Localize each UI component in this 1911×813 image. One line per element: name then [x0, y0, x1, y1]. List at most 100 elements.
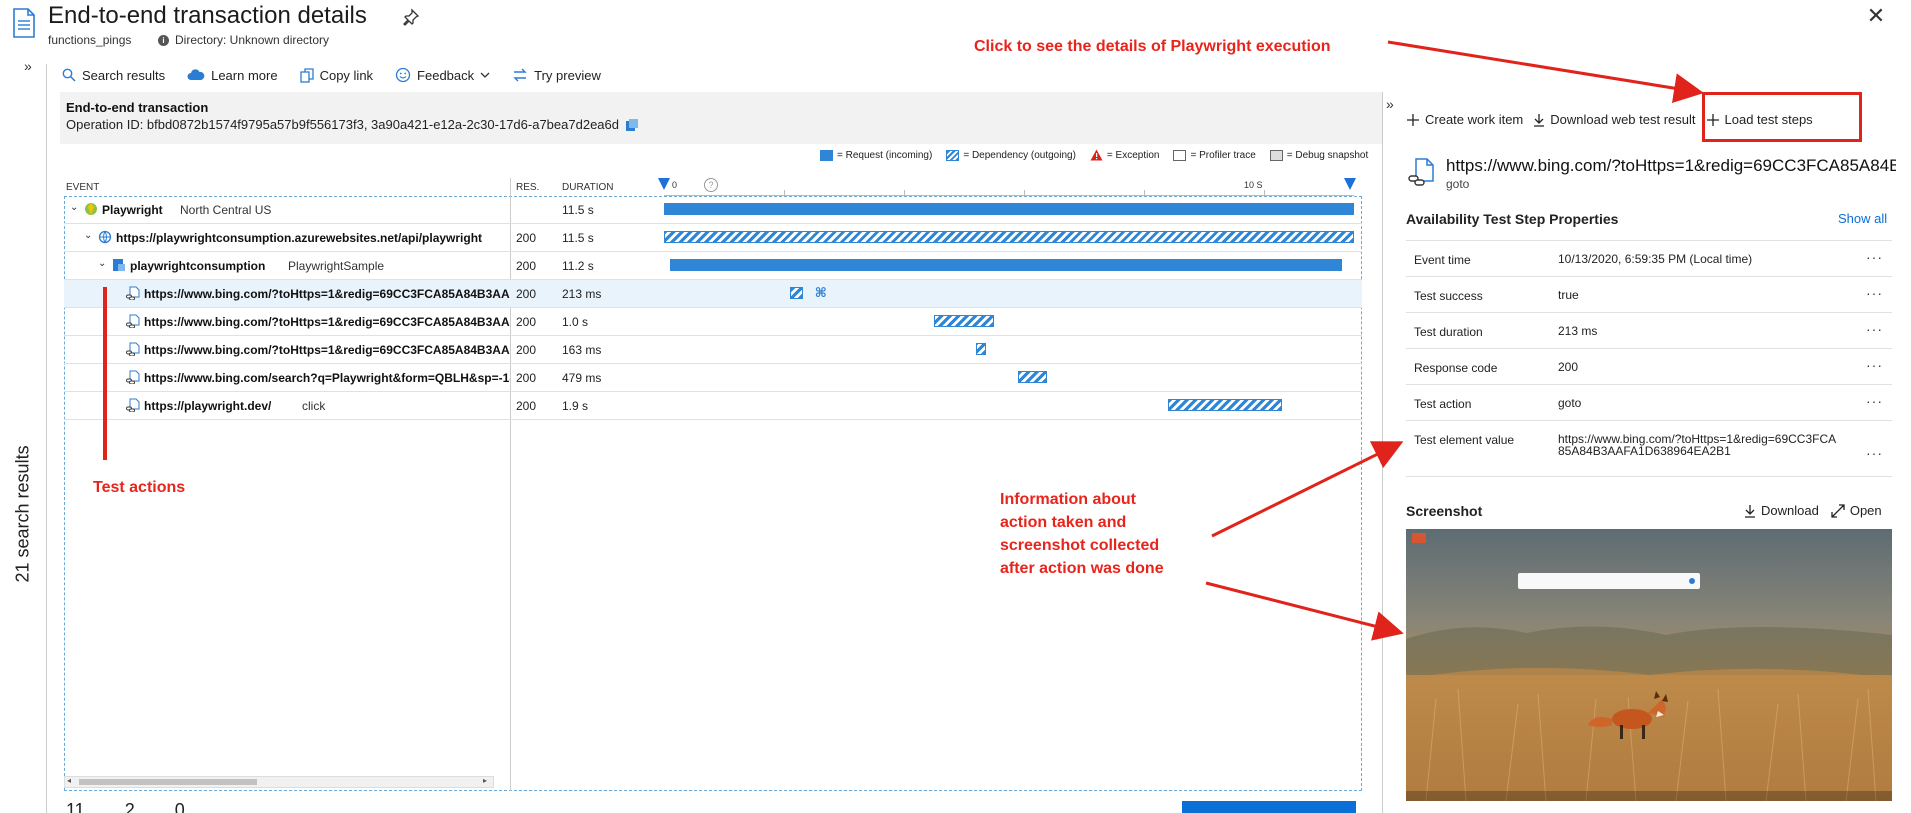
table-row[interactable]: https://www.bing.com/?toHttps=1&redig=69…: [64, 280, 1362, 307]
timeline-legend: = Request (incoming) = Dependency (outgo…: [820, 149, 1368, 161]
more-options-icon[interactable]: ···: [1866, 393, 1883, 409]
download-web-test-button[interactable]: Download web test result: [1533, 112, 1696, 127]
show-all-link[interactable]: Show all: [1838, 211, 1887, 226]
document-icon: [13, 8, 35, 38]
axis-start-label: 0: [672, 180, 678, 190]
timeline-bar[interactable]: [976, 343, 986, 355]
legend-debug-label: = Debug snapshot: [1286, 149, 1369, 161]
pin-icon[interactable]: [402, 8, 420, 26]
smiley-icon: [395, 67, 411, 83]
table-row[interactable]: https://www.bing.com/?toHttps=1&redig=69…: [64, 308, 1362, 335]
timeline-bar[interactable]: [790, 287, 803, 299]
table-row[interactable]: ⌄ playwrightconsumption PlaywrightSample 20…: [64, 252, 1362, 279]
dependency-swatch: [946, 149, 960, 161]
legend-dependency-label: = Dependency (outgoing): [963, 149, 1076, 161]
action-screenshot-image[interactable]: [1406, 529, 1892, 801]
summary-counts: 11 2 0: [66, 800, 185, 813]
search-results-button[interactable]: Search results: [62, 68, 165, 83]
close-button[interactable]: ✕: [1866, 5, 1886, 27]
search-results-count: 21 search results: [12, 445, 33, 583]
annotation-load-steps: Click to see the details of Playwright e…: [974, 38, 1331, 55]
property-row: Event time 10/13/2020, 6:59:35 PM (Local …: [1406, 240, 1892, 276]
row-event-detail: click: [302, 399, 326, 413]
table-row[interactable]: https://www.bing.com/search?q=Playwright…: [64, 364, 1362, 391]
more-options-icon[interactable]: ···: [1866, 445, 1883, 461]
annotation-info: Information about action taken and scree…: [1000, 491, 1164, 577]
column-duration[interactable]: DURATION: [562, 182, 613, 193]
copy-link-button[interactable]: Copy link: [299, 68, 373, 83]
search-icon: [62, 68, 76, 82]
annotation-highlight-box: [1702, 92, 1862, 142]
legend-debug: = Debug snapshot: [1269, 149, 1369, 161]
row-event-name: https://playwrightconsumption.azurewebsi…: [116, 231, 483, 245]
timeline-bar[interactable]: [664, 203, 1354, 215]
search-results-toggle[interactable]: 21 search results: [13, 445, 34, 591]
screenshot-open-button[interactable]: Open: [1831, 503, 1882, 518]
more-options-icon[interactable]: ···: [1866, 321, 1883, 337]
page-title: End-to-end transaction details: [48, 2, 367, 29]
operation-title: End-to-end transaction: [66, 100, 209, 115]
axis-10s-label: 10 S: [1244, 180, 1263, 190]
rail-divider: [46, 64, 47, 813]
row-divider: [64, 419, 1362, 420]
timeline-bar[interactable]: [1168, 399, 1282, 411]
cloud-icon: [187, 69, 205, 80]
create-work-item-button[interactable]: Create work item: [1406, 112, 1523, 127]
axis-start-marker[interactable]: [658, 178, 670, 190]
timeline-bar[interactable]: [664, 231, 1354, 243]
row-event-name: playwrightconsumption: [130, 259, 266, 273]
search-results-rail[interactable]: 21 search results: [0, 70, 36, 813]
row-event-name: https://www.bing.com/?toHttps=1&redig=69…: [144, 287, 510, 301]
scroll-right-icon[interactable]: ▸: [483, 776, 487, 785]
screenshot-download-button[interactable]: Download: [1744, 503, 1819, 518]
feedback-button[interactable]: Feedback: [395, 67, 490, 83]
plus-icon: [1407, 113, 1419, 126]
selected-dependency-url: https://www.bing.com/?toHttps=1&redig=69…: [1446, 156, 1896, 175]
count-3: 0: [174, 800, 185, 813]
row-duration: 11.5 s: [562, 203, 594, 217]
expand-details-icon[interactable]: »: [1386, 96, 1394, 112]
primary-button-partial[interactable]: [1182, 801, 1356, 813]
table-row[interactable]: https://playwright.dev/click 200 1.9 s: [64, 392, 1362, 419]
legend-dependency: = Dependency (outgoing): [946, 149, 1076, 161]
table-row[interactable]: ⌄ https://playwrightconsumption.azurewebs…: [64, 224, 1362, 251]
snapshot-marker-icon[interactable]: ⌘: [815, 285, 827, 301]
scrollbar-thumb[interactable]: [79, 779, 257, 785]
timeline-bar[interactable]: [1018, 371, 1047, 383]
screenshot-title: Screenshot: [1406, 503, 1483, 519]
dependency-icon: [126, 342, 140, 356]
horizontal-scrollbar[interactable]: ◂ ▸: [64, 776, 494, 788]
dependency-document-icon: [1408, 158, 1434, 186]
properties-title: Availability Test Step Properties: [1406, 211, 1619, 227]
availability-test-icon: [85, 203, 97, 215]
create-work-item-label: Create work item: [1425, 112, 1524, 127]
try-preview-button[interactable]: Try preview: [512, 68, 601, 83]
more-options-icon[interactable]: ···: [1866, 285, 1883, 301]
collapse-chevron-icon[interactable]: ⌄: [98, 259, 108, 269]
exception-icon: [1090, 149, 1103, 161]
column-res[interactable]: RES.: [516, 182, 539, 193]
collapse-chevron-icon[interactable]: ⌄: [84, 231, 94, 241]
swap-icon: [513, 68, 527, 82]
more-options-icon[interactable]: ···: [1866, 357, 1883, 373]
property-value: 200: [1558, 360, 1579, 374]
learn-more-label: Learn more: [211, 67, 278, 83]
table-row[interactable]: https://www.bing.com/?toHttps=1&redig=69…: [64, 336, 1362, 363]
timeline-bar[interactable]: [670, 259, 1342, 271]
learn-more-button[interactable]: Learn more: [187, 67, 278, 83]
legend-request: = Request (incoming): [820, 149, 932, 161]
row-event-name: https://www.bing.com/?toHttps=1&redig=69…: [144, 343, 510, 357]
copy-id-icon[interactable]: [625, 118, 639, 132]
timeline-bar[interactable]: [934, 315, 994, 327]
more-options-icon[interactable]: ···: [1866, 249, 1883, 265]
legend-exception: = Exception: [1090, 149, 1159, 161]
operation-id: Operation ID: bfbd0872b1574f9795a57b9f55…: [66, 117, 619, 132]
collapse-chevron-icon[interactable]: ⌄: [70, 203, 80, 213]
property-value: true: [1558, 288, 1579, 302]
column-event[interactable]: EVENT: [66, 182, 99, 193]
screenshot-open-label: Open: [1849, 503, 1882, 518]
scroll-left-icon[interactable]: ◂: [67, 776, 71, 785]
axis-end-marker[interactable]: [1344, 178, 1356, 190]
table-row[interactable]: ⌄ Playwright North Central US 11.5 s: [64, 196, 1362, 223]
row-result-code: 200: [516, 343, 537, 357]
